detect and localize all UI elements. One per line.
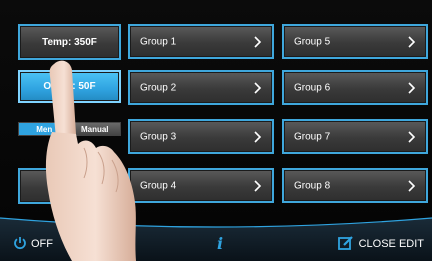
off-label: OFF xyxy=(31,238,53,250)
group-5-button[interactable]: Group 5 xyxy=(282,24,428,59)
group-label: Group 1 xyxy=(140,36,177,47)
group-label: Group 7 xyxy=(294,131,331,142)
power-off-button[interactable]: OFF xyxy=(13,236,53,252)
group-1-button[interactable]: Group 1 xyxy=(128,24,274,59)
power-icon xyxy=(13,236,27,253)
group-label: Group 8 xyxy=(294,180,331,191)
chevron-right-icon xyxy=(406,81,416,94)
group-4-button[interactable]: Group 4 xyxy=(128,168,274,203)
group-label: Group 4 xyxy=(140,180,177,191)
group-label: Group 6 xyxy=(294,82,331,93)
mode-menu-option[interactable]: Men xyxy=(19,123,70,135)
group-8-button[interactable]: Group 8 xyxy=(282,168,428,203)
chevron-right-icon xyxy=(406,130,416,143)
info-button[interactable]: i xyxy=(213,233,227,253)
group-label: Group 2 xyxy=(140,82,177,93)
close-edit-button[interactable]: CLOSE EDIT xyxy=(337,235,424,253)
edit-icon xyxy=(337,235,354,253)
info-icon: i xyxy=(216,233,224,253)
mode-toggle[interactable]: Men Manual xyxy=(18,122,121,136)
blank-button[interactable] xyxy=(18,168,121,204)
chevron-right-icon xyxy=(252,81,262,94)
group-6-button[interactable]: Group 6 xyxy=(282,70,428,105)
chevron-right-icon xyxy=(406,179,416,192)
touchscreen: Temp: 350F Offset: 50F Men Manual Group … xyxy=(0,0,432,261)
temp-label: Temp: 350F xyxy=(42,36,97,48)
chevron-right-icon xyxy=(252,130,262,143)
chevron-right-icon xyxy=(252,35,262,48)
temp-button[interactable]: Temp: 350F xyxy=(18,24,121,60)
group-2-button[interactable]: Group 2 xyxy=(128,70,274,105)
group-label: Group 5 xyxy=(294,36,331,47)
mode-manual-option[interactable]: Manual xyxy=(69,123,120,135)
group-3-button[interactable]: Group 3 xyxy=(128,119,274,154)
chevron-right-icon xyxy=(252,179,262,192)
group-7-button[interactable]: Group 7 xyxy=(282,119,428,154)
chevron-right-icon xyxy=(406,35,416,48)
offset-button[interactable]: Offset: 50F xyxy=(18,70,121,103)
offset-label: Offset: 50F xyxy=(43,81,96,92)
group-label: Group 3 xyxy=(140,131,177,142)
close-edit-label: CLOSE EDIT xyxy=(358,238,424,250)
